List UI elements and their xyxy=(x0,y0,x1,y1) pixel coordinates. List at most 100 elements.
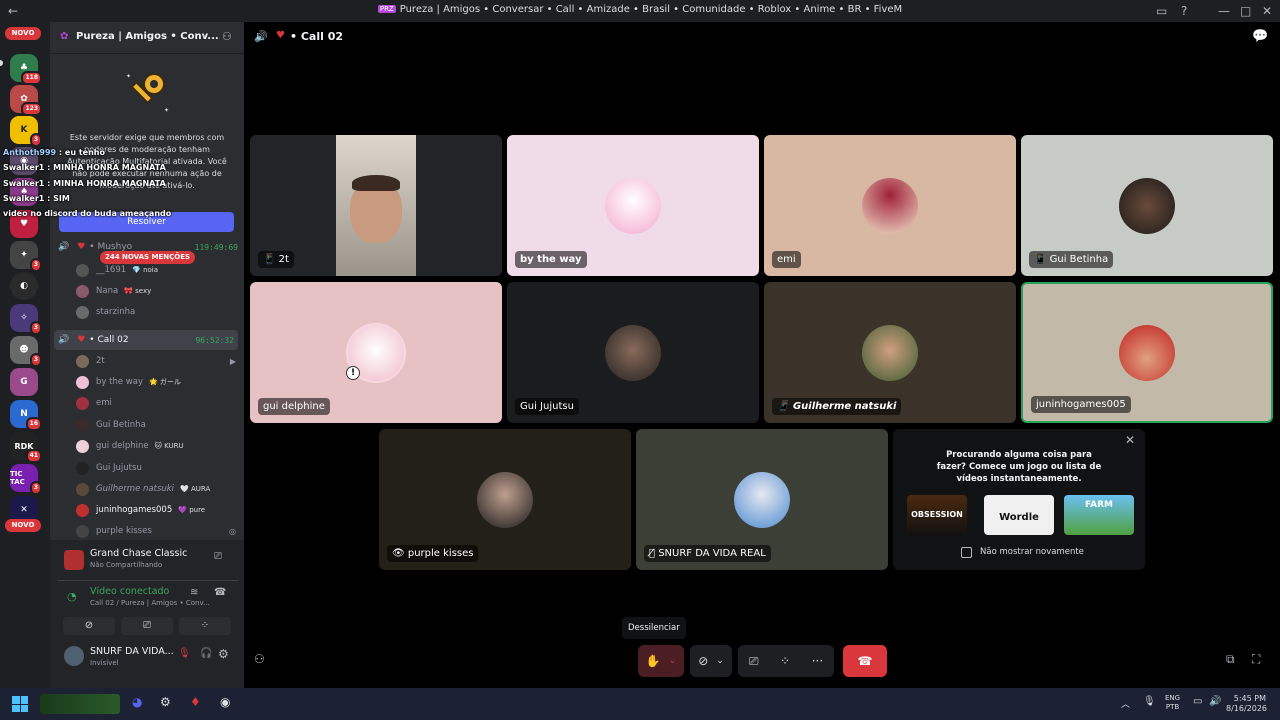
camera-button[interactable]: ⊘ ⌄ xyxy=(690,645,732,677)
hang-up-button[interactable]: ☎ xyxy=(843,645,887,677)
server-icon[interactable]: ◐ xyxy=(10,272,38,300)
more-icon[interactable]: ··· xyxy=(812,654,823,668)
share-screen-icon[interactable]: ⎚ xyxy=(214,551,222,562)
headphones-icon[interactable]: 🎧 xyxy=(200,648,212,659)
discord-icon[interactable]: ◕ xyxy=(132,695,142,709)
avatar xyxy=(1119,324,1175,381)
chevron-down-icon[interactable]: ⌄ xyxy=(200,29,208,40)
invite-icon[interactable]: ⚇ xyxy=(254,652,265,666)
minimize-icon[interactable]: — xyxy=(1218,3,1230,19)
voice-user[interactable]: Gui Jujutsu xyxy=(76,458,236,478)
game-tile-obsession[interactable]: OBSESSION xyxy=(907,495,967,535)
app-icon[interactable]: ♦ xyxy=(190,695,201,709)
server-icon[interactable]: ☻ 3 xyxy=(10,336,42,367)
video-tile[interactable]: Gui Jujutsu xyxy=(507,282,759,423)
video-tile[interactable]: emi xyxy=(764,135,1016,276)
server-name: Pureza | Amigos • Conv... xyxy=(76,31,219,42)
voice-user[interactable]: starzinha xyxy=(76,302,236,322)
network-icon[interactable]: ▭ xyxy=(1193,696,1202,707)
chat-bubble-icon[interactable]: 💬 xyxy=(1252,29,1268,44)
server-icon[interactable]: ✿ 123 xyxy=(10,85,42,116)
camera-feed xyxy=(336,135,416,276)
channel-timer: 119:49:69 xyxy=(194,242,238,252)
game-tile-farm[interactable]: FARM xyxy=(1064,495,1134,535)
mic-icon[interactable]: 🎙 xyxy=(1143,696,1156,707)
avatar xyxy=(1119,177,1175,234)
video-tile[interactable]: 👁 purple kisses xyxy=(379,429,631,570)
taskbar: ◕ ⚙ ♦ ◉ ︿ 🎙 ENG PTB ▭ 🔊 5:45 PM 8/16/2026 xyxy=(0,688,1280,720)
server-icon[interactable]: ✦ 3 xyxy=(10,241,42,272)
key-icon: ✦ ✦ xyxy=(124,72,169,116)
activities-icon[interactable]: ⁘ xyxy=(780,654,790,668)
video-tile-speaking[interactable]: juninhogames005 xyxy=(1021,282,1273,423)
fullscreen-icon[interactable]: ⛶ xyxy=(1252,652,1260,667)
disconnect-icon[interactable]: ☎ xyxy=(214,587,226,598)
avatar xyxy=(605,177,661,234)
maximize-icon[interactable]: □ xyxy=(1240,3,1251,19)
voice-user[interactable]: by the way 🌟 ガール xyxy=(76,372,236,392)
svg-text:✦: ✦ xyxy=(126,73,131,80)
new-badge-top: NOVO xyxy=(5,27,41,40)
close-icon[interactable]: ✕ xyxy=(1125,433,1135,447)
screen-share-icon[interactable]: ⎚ xyxy=(749,654,759,669)
server-icon[interactable]: G xyxy=(10,368,38,396)
speaker-icon: 🔊 xyxy=(58,335,70,345)
overlay-chat-line: Swalker1 : MINHA HONRA MAGNATA xyxy=(3,163,166,172)
voice-user[interactable]: gui delphine 🐱 KURU xyxy=(76,436,236,456)
voice-channel-call02[interactable]: 🔊 ♥ • Call 02 96:52:32 xyxy=(54,330,238,350)
server-icon[interactable]: ✧ 3 xyxy=(10,304,42,335)
voice-user[interactable]: emi xyxy=(76,393,236,413)
voice-location[interactable]: Call 02 / Pureza | Amigos • Conv... xyxy=(90,599,210,607)
steam-icon[interactable]: ⚙ xyxy=(160,695,171,709)
video-tile[interactable]: 📱 2t xyxy=(250,135,502,276)
voice-user[interactable]: 2t ▶ xyxy=(76,351,236,371)
voice-user[interactable]: juninhogames005 💜 pure xyxy=(76,500,236,520)
video-tile[interactable]: 📱 Gui Betinha xyxy=(1021,135,1273,276)
server-icon[interactable]: RDK 41 xyxy=(10,432,42,463)
inbox-icon[interactable]: ▭ xyxy=(1156,3,1167,19)
voice-user[interactable]: Nana 🎀 sexy xyxy=(76,281,236,301)
voice-user[interactable]: Gui Betinha xyxy=(76,415,236,435)
voice-user[interactable]: purple kisses ◎ xyxy=(76,521,236,541)
activities-button[interactable]: ⁘ xyxy=(179,617,231,635)
video-tile[interactable]: 🎙̸ SNURF DA VIDA REAL xyxy=(636,429,888,570)
video-tile[interactable]: ! gui delphine xyxy=(250,282,502,423)
video-tile[interactable]: 📱 Guilherme natsuki xyxy=(764,282,1016,423)
voice-user[interactable]: Guilherme natsuki 🤍 AURA xyxy=(76,479,236,499)
server-icon[interactable]: K3 xyxy=(10,116,42,147)
language-indicator[interactable]: ENG PTB xyxy=(1165,694,1180,712)
voice-user[interactable]: __1691 💎 noia xyxy=(76,260,236,280)
avatar xyxy=(862,177,918,234)
server-icon[interactable]: ♣ 118 xyxy=(10,54,42,85)
dont-show-checkbox[interactable] xyxy=(961,547,972,558)
add-member-icon[interactable]: ⚇ xyxy=(222,30,232,43)
connection-icon: ◔ xyxy=(67,590,77,603)
avatar[interactable] xyxy=(64,646,84,666)
settings-gear-icon[interactable]: ⚙ xyxy=(218,647,229,661)
avatar xyxy=(862,324,918,381)
camera-off-button[interactable]: ⊘ xyxy=(63,617,115,635)
video-tile[interactable]: by the way xyxy=(507,135,759,276)
game-tile-wordle[interactable]: Wordle xyxy=(984,495,1054,535)
obs-icon[interactable]: ◉ xyxy=(220,695,230,709)
windows-start-icon[interactable] xyxy=(12,696,28,712)
server-icon[interactable]: N 16 xyxy=(10,400,42,431)
taskbar-apps[interactable] xyxy=(40,694,120,714)
close-icon[interactable]: ✕ xyxy=(1262,3,1272,19)
server-header[interactable]: ✿ Pureza | Amigos • Conv... ⌄ ⚇ xyxy=(50,22,244,54)
username: SNURF DA VIDA... xyxy=(90,646,174,657)
noise-suppression-icon[interactable]: ≋ xyxy=(190,587,198,598)
screen-share-button[interactable]: ⎚ xyxy=(121,617,173,635)
popout-icon[interactable]: ⧉ xyxy=(1226,652,1235,667)
volume-icon[interactable]: 🔊 xyxy=(1209,696,1221,707)
clock[interactable]: 5:45 PM 8/16/2026 xyxy=(1226,694,1267,714)
unmute-button[interactable]: ✋ ⌄ xyxy=(638,645,684,677)
window-title-text: Pureza | Amigos • Conversar • Call • Ami… xyxy=(399,4,903,15)
server-icon-small: ✿ xyxy=(60,31,69,42)
tile-name: juninhogames005 xyxy=(1031,396,1131,413)
mic-muted-icon[interactable]: 🎙 xyxy=(178,648,191,659)
help-icon[interactable]: ? xyxy=(1181,3,1187,19)
tray-arrow-icon[interactable]: ︿ xyxy=(1121,697,1130,710)
new-badge-bottom: NOVO xyxy=(5,519,41,532)
server-icon[interactable]: TIC TAC 3 xyxy=(10,464,42,495)
